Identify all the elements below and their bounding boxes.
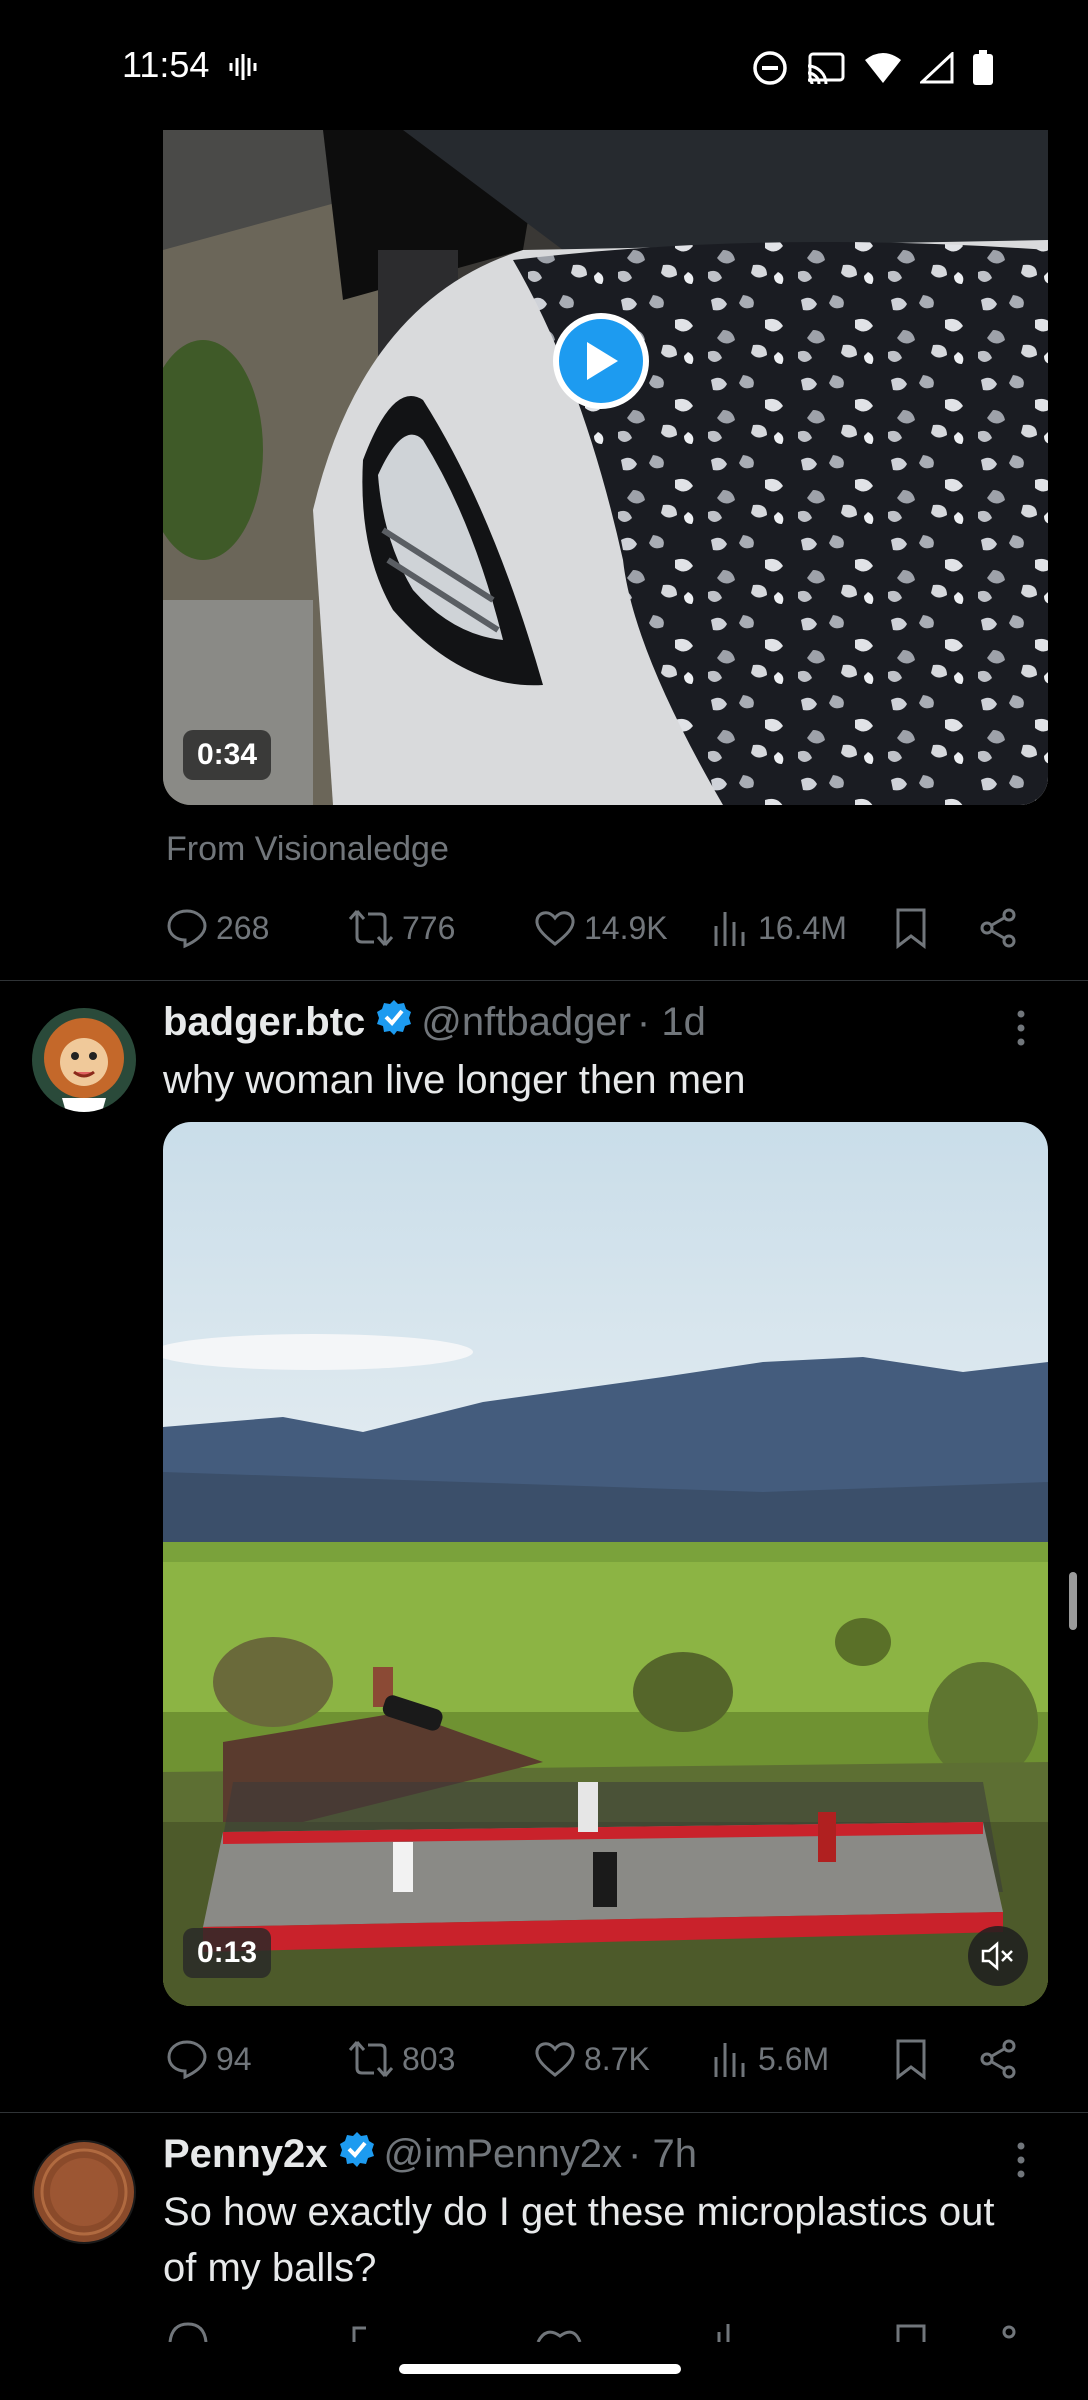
repost-count: 776 xyxy=(402,909,456,946)
signal-icon xyxy=(918,50,954,89)
tweet-actions-bar: 94 803 8.7K 5.6M xyxy=(166,2034,1016,2084)
bookmark-button[interactable] xyxy=(893,2034,929,2084)
like-button[interactable]: 8.7K xyxy=(534,2034,650,2084)
share-icon xyxy=(980,908,1016,948)
bookmark-button[interactable] xyxy=(893,903,929,953)
more-options-button[interactable] xyxy=(1014,1008,1028,1053)
share-button[interactable] xyxy=(978,2034,1020,2084)
reply-icon xyxy=(167,909,207,949)
verified-badge-icon xyxy=(338,2130,376,2178)
tweet-header: Penny2x @imPenny2x · 7h xyxy=(163,2130,697,2178)
cast-icon xyxy=(806,51,846,90)
reply-button[interactable]: 268 xyxy=(166,903,269,953)
muted-speaker-icon xyxy=(981,1941,1013,1971)
clipped-action-icons xyxy=(168,2322,1016,2342)
tweet-actions-bar-partial xyxy=(166,2318,1016,2342)
views-count: 5.6M xyxy=(758,2040,830,2077)
share-button[interactable] xyxy=(978,903,1020,953)
tweet-header: badger.btc @nftbadger · 1d xyxy=(163,998,706,1046)
avatar-penny[interactable] xyxy=(32,2140,136,2244)
reply-button[interactable]: 94 xyxy=(166,2034,252,2084)
car-video-image xyxy=(163,130,1048,805)
bookmark-icon xyxy=(896,2039,926,2080)
vibrate-icon xyxy=(228,52,258,87)
views-icon xyxy=(714,2043,745,2077)
reply-icon xyxy=(167,2040,207,2080)
scrollbar-thumb[interactable] xyxy=(1069,1572,1077,1630)
timestamp: · 1d xyxy=(636,999,706,1044)
display-name[interactable]: Penny2x xyxy=(163,2132,328,2177)
like-button[interactable]: 14.9K xyxy=(534,903,668,953)
heart-icon xyxy=(535,911,575,946)
do-not-disturb-icon xyxy=(752,50,788,91)
play-button[interactable] xyxy=(553,313,649,409)
views-button[interactable]: 16.4M xyxy=(712,903,847,953)
penny-coin-avatar-image xyxy=(32,2140,136,2244)
reply-count: 94 xyxy=(216,2040,252,2077)
mute-button[interactable] xyxy=(968,1926,1028,1986)
share-icon xyxy=(980,2039,1016,2079)
repost-count: 803 xyxy=(402,2040,456,2077)
lion-avatar-image xyxy=(32,1008,136,1112)
tweet-actions-bar: 268 776 14.9K 16.4M xyxy=(166,903,1016,953)
more-options-button[interactable] xyxy=(1014,2140,1028,2185)
display-name[interactable]: badger.btc xyxy=(163,1000,365,1045)
views-button[interactable]: 5.6M xyxy=(712,2034,829,2084)
verified-badge-icon xyxy=(375,998,413,1046)
video-duration-badge: 0:34 xyxy=(183,730,272,780)
video-source-label[interactable]: From Visionaledge xyxy=(166,830,449,869)
like-count: 8.7K xyxy=(584,2040,650,2077)
bookmark-icon xyxy=(896,908,926,949)
more-vertical-icon xyxy=(1017,2142,1025,2178)
tweet-video-player[interactable]: 0:13 xyxy=(163,1122,1048,2006)
like-count: 14.9K xyxy=(584,909,668,946)
status-bar: 11:54 xyxy=(0,0,1088,130)
repost-button[interactable]: 803 xyxy=(348,2034,455,2084)
avatar-badger[interactable] xyxy=(32,1008,136,1112)
views-count: 16.4M xyxy=(758,909,847,946)
video-duration-badge: 0:13 xyxy=(183,1928,272,1978)
handle[interactable]: @imPenny2x xyxy=(384,2132,622,2177)
repost-icon xyxy=(348,910,394,946)
home-indicator[interactable] xyxy=(399,2364,681,2374)
repost-icon xyxy=(348,2041,394,2077)
tweet-divider xyxy=(0,980,1088,981)
tweet-divider xyxy=(0,2112,1088,2113)
reply-count: 268 xyxy=(216,909,270,946)
trampoline-video-image xyxy=(163,1122,1048,2006)
timestamp: · 7h xyxy=(628,2131,697,2176)
play-icon xyxy=(587,342,618,380)
heart-icon xyxy=(535,2042,575,2077)
tweet-text: why woman live longer then men xyxy=(163,1058,746,1102)
status-time: 11:54 xyxy=(122,44,210,85)
views-icon xyxy=(714,912,745,946)
repost-button[interactable]: 776 xyxy=(348,903,455,953)
tweet-video-thumbnail[interactable]: 0:34 xyxy=(163,130,1048,805)
battery-icon xyxy=(972,50,994,91)
wifi-icon xyxy=(864,52,902,89)
handle[interactable]: @nftbadger xyxy=(421,1000,631,1045)
tweet-text: So how exactly do I get these microplast… xyxy=(163,2190,995,2290)
more-vertical-icon xyxy=(1017,1010,1025,1046)
